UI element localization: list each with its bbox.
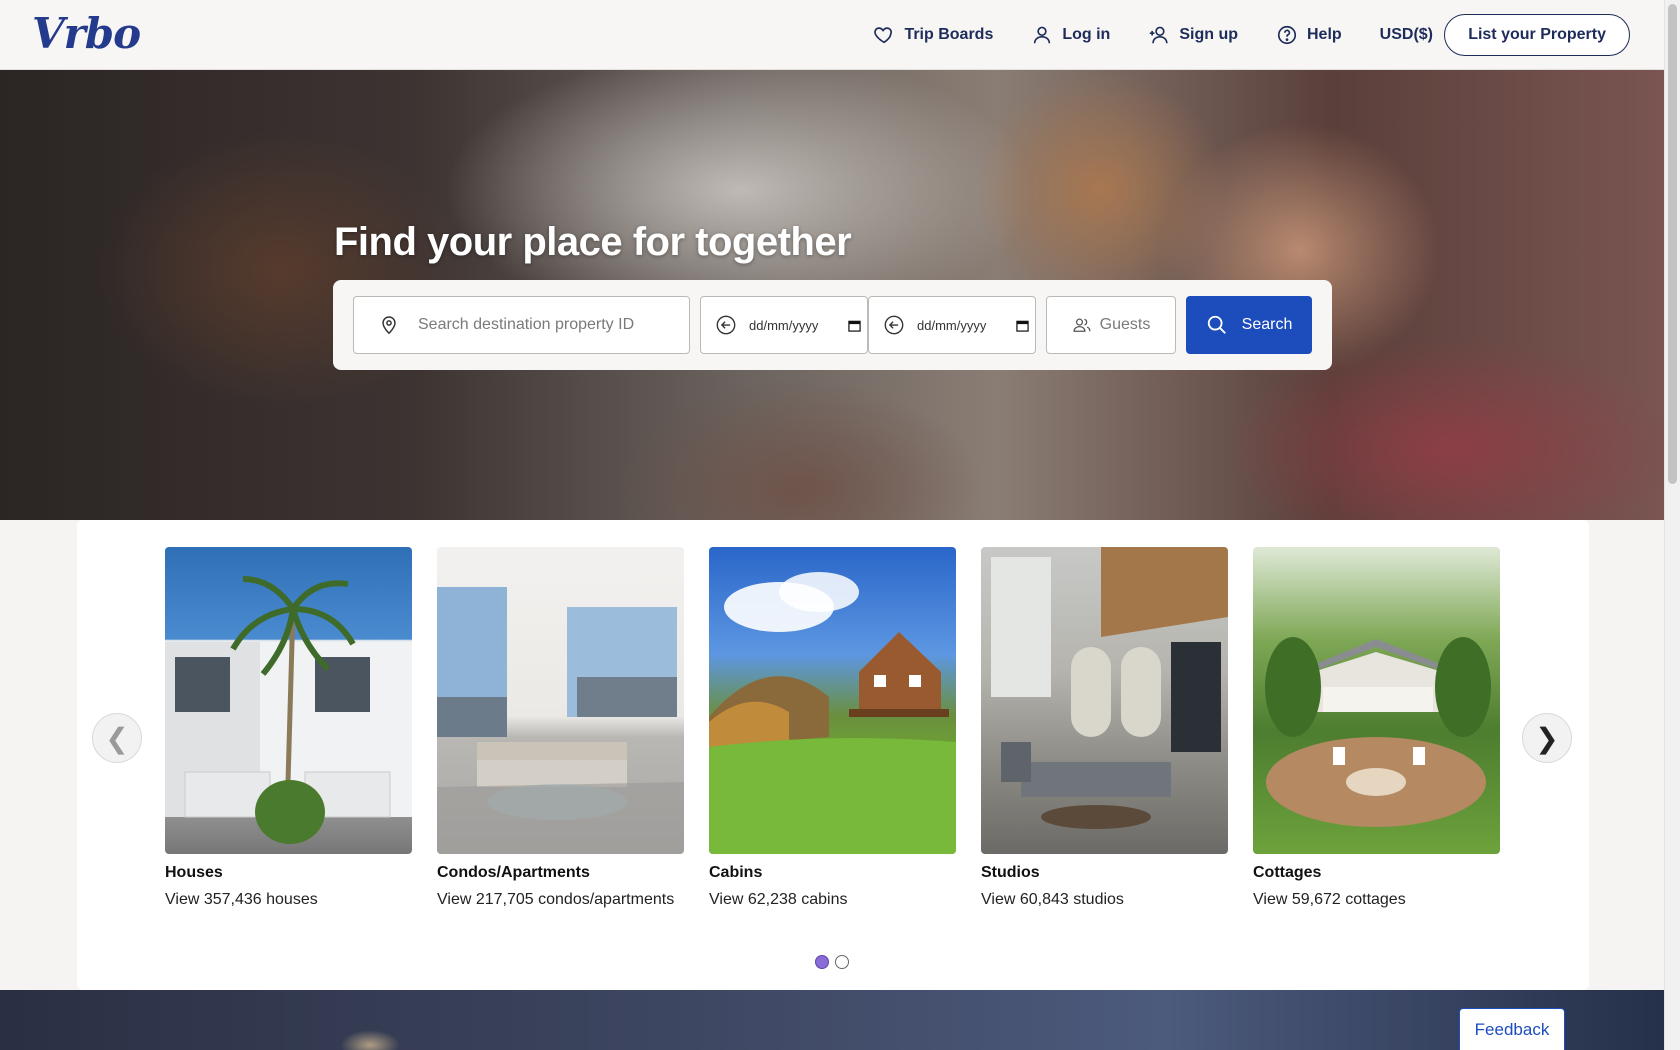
houses-image — [165, 547, 412, 854]
feedback-button[interactable]: Feedback — [1459, 1008, 1565, 1050]
property-card-cottages[interactable]: Cottages View 59,672 cottages — [1253, 547, 1500, 909]
vrbo-logo[interactable]: Vrbo — [32, 12, 141, 56]
search-button-label: Search — [1241, 316, 1293, 333]
log-in-link[interactable]: Log in — [1031, 24, 1110, 46]
sign-up-label: Sign up — [1179, 26, 1238, 43]
search-panel: Search destination property ID dd/mm/yyy… — [333, 280, 1332, 370]
destination-placeholder: Search destination property ID — [418, 316, 635, 333]
card-subtitle[interactable]: View 59,672 cottages — [1253, 891, 1500, 909]
card-subtitle[interactable]: View 217,705 condos/apartments — [437, 891, 684, 909]
carousel-prev-button[interactable]: ❮ — [92, 713, 142, 763]
carousel-dot-1[interactable] — [815, 955, 829, 969]
card-title: Studios — [981, 864, 1040, 881]
card-title: Cabins — [709, 864, 763, 881]
studios-image — [981, 547, 1228, 854]
log-in-label: Log in — [1062, 26, 1111, 43]
list-property-button[interactable]: List your Property — [1444, 14, 1630, 56]
property-type-carousel: ❮ Houses View 357,436 houses Condos/Apar… — [77, 520, 1589, 990]
card-title: Cottages — [1253, 864, 1322, 881]
trip-boards-label: Trip Boards — [904, 26, 994, 43]
page-scrollbar[interactable] — [1664, 0, 1680, 1050]
help-link[interactable]: Help — [1276, 24, 1342, 46]
arrow-left-circle-icon — [884, 315, 904, 335]
card-title: Condos/Apartments — [437, 864, 590, 881]
check-in-placeholder: dd/mm/yyyy — [749, 317, 819, 333]
help-icon — [1277, 25, 1297, 45]
guests-input[interactable]: Guests — [1046, 296, 1176, 354]
guests-placeholder: Guests — [1099, 316, 1151, 333]
search-button[interactable]: Search — [1186, 296, 1312, 354]
currency-label: USD($) — [1379, 26, 1433, 43]
card-subtitle[interactable]: View 60,843 studios — [981, 891, 1228, 909]
property-card-cabins[interactable]: Cabins View 62,238 cabins — [709, 547, 956, 909]
card-subtitle[interactable]: View 62,238 cabins — [709, 891, 956, 909]
heart-icon — [874, 27, 893, 44]
property-card-condos[interactable]: Condos/Apartments View 217,705 condos/ap… — [437, 547, 684, 909]
promo-image-strip — [0, 990, 1664, 1050]
user-plus-icon — [1150, 26, 1168, 44]
sign-up-link[interactable]: Sign up — [1148, 24, 1238, 46]
help-label: Help — [1306, 26, 1342, 43]
carousel-next-button[interactable]: ❯ — [1522, 713, 1572, 763]
location-pin-icon — [382, 316, 396, 335]
check-out-placeholder: dd/mm/yyyy — [917, 317, 987, 333]
carousel-dot-2[interactable] — [835, 955, 849, 969]
carousel-pagination — [815, 955, 849, 969]
guests-icon — [1073, 318, 1091, 332]
hero-banner: Find your place for together Search dest… — [0, 70, 1664, 520]
check-out-date-input[interactable]: dd/mm/yyyy — [868, 296, 1036, 354]
property-card-houses[interactable]: Houses View 357,436 houses — [165, 547, 412, 909]
currency-selector[interactable]: USD($) — [1380, 26, 1433, 44]
card-subtitle[interactable]: View 357,436 houses — [165, 891, 412, 909]
calendar-icon[interactable] — [1016, 319, 1029, 332]
trip-boards-link[interactable]: Trip Boards — [873, 24, 993, 46]
condos-image — [437, 547, 684, 854]
card-title: Houses — [165, 864, 223, 881]
search-icon — [1207, 315, 1226, 334]
user-icon — [1034, 26, 1051, 44]
destination-input[interactable]: Search destination property ID — [353, 296, 690, 354]
cottages-image — [1253, 547, 1500, 854]
arrow-left-circle-icon — [716, 315, 736, 335]
top-nav: Trip Boards Log in Sign up Help USD($) E… — [873, 0, 1524, 70]
top-header: Vrbo Trip Boards Log in Sign up Help USD… — [0, 0, 1664, 70]
cabins-image — [709, 547, 956, 854]
check-in-date-input[interactable]: dd/mm/yyyy — [700, 296, 868, 354]
scrollbar-thumb[interactable] — [1668, 4, 1677, 484]
hero-title: Find your place for together — [334, 220, 852, 264]
calendar-icon[interactable] — [848, 319, 861, 332]
property-card-studios[interactable]: Studios View 60,843 studios — [981, 547, 1228, 909]
